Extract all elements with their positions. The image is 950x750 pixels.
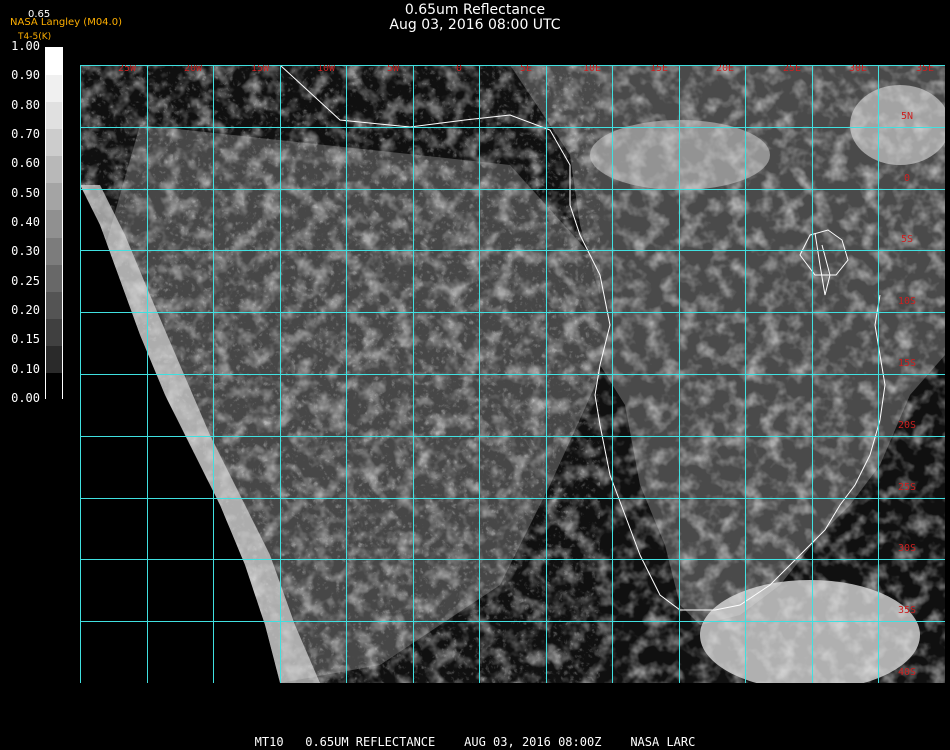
colorbar-tick-label: 0.25: [11, 273, 40, 288]
latitude-label: 15S: [898, 358, 916, 369]
colorbar-step: [46, 48, 62, 77]
colorbar-step: [46, 102, 62, 131]
longitude-label: 25W: [118, 65, 137, 74]
longitude-label: 5W: [387, 65, 400, 74]
colorbar-tick-label: 1.00: [11, 39, 40, 53]
colorbar-tick-label: 0.00: [11, 391, 40, 405]
colorbar-step: [46, 156, 62, 185]
longitude-label: 20E: [716, 65, 734, 74]
colorbar-tick-label: 0.40: [11, 215, 40, 229]
colorbar-tick-label: 0.90: [11, 68, 40, 83]
longitude-label: 20W: [184, 65, 203, 74]
image-datetime: Aug 03, 2016 08:00 UTC: [389, 17, 561, 33]
latitude-label: 30S: [898, 543, 916, 554]
image-title: 0.65um Reflectance: [404, 2, 546, 18]
longitude-label: 35E: [916, 65, 934, 74]
longitude-label: 25E: [783, 65, 801, 74]
colorbar-tick-label: 0.10: [11, 361, 40, 376]
colorbar-tick-label: 0.70: [11, 127, 40, 141]
colorbar-step: [46, 345, 62, 374]
latitude-label: 0: [904, 173, 910, 184]
longitude-label: 15E: [650, 65, 668, 74]
colorbar-step: [46, 237, 62, 266]
colorbar-step: [46, 129, 62, 158]
colorbar: [45, 47, 63, 401]
longitude-label: 15W: [251, 65, 270, 74]
colorbar-step: [46, 372, 62, 401]
credit-text: NASA Langley (M04.0): [10, 17, 122, 28]
colorbar-tick-label: 0.50: [11, 185, 40, 200]
longitude-label: 10E: [583, 65, 601, 74]
colorbar-tick-label: 0.20: [11, 303, 40, 317]
longitude-label: 5E: [520, 65, 532, 74]
longitude-label: 30E: [849, 65, 867, 74]
colorbar-tick-label: 0.15: [11, 332, 40, 347]
latitude-label: 5S: [901, 234, 913, 245]
latitude-label: 40S: [898, 667, 916, 678]
latitude-label: 35S: [898, 605, 916, 616]
colorbar-tick-label: 0.30: [11, 244, 40, 259]
longitude-label: 0: [456, 65, 462, 74]
footer-caption: MT10 0.65UM REFLECTANCE AUG 03, 2016 08:…: [254, 735, 696, 749]
latitude-label: 5N: [901, 111, 913, 122]
colorbar-step: [46, 318, 62, 347]
latitude-label: 25S: [898, 482, 916, 493]
colorbar-tick-label: 0.80: [11, 97, 40, 112]
colorbar-step: [46, 291, 62, 320]
longitude-label: 10W: [317, 65, 336, 74]
colorbar-step: [46, 210, 62, 239]
latitude-label: 20S: [898, 420, 916, 431]
colorbar-step: [46, 75, 62, 104]
latitude-label: 10S: [898, 296, 916, 307]
colorbar-tick-label: 0.60: [11, 156, 40, 171]
satellite-map: 25W 20W 15W 10W 5W 0 5E 10E 15E 20E 25E 30E 35E 5N 0 5S…: [80, 65, 945, 683]
colorbar-step: [46, 264, 62, 293]
colorbar-step: [46, 183, 62, 212]
